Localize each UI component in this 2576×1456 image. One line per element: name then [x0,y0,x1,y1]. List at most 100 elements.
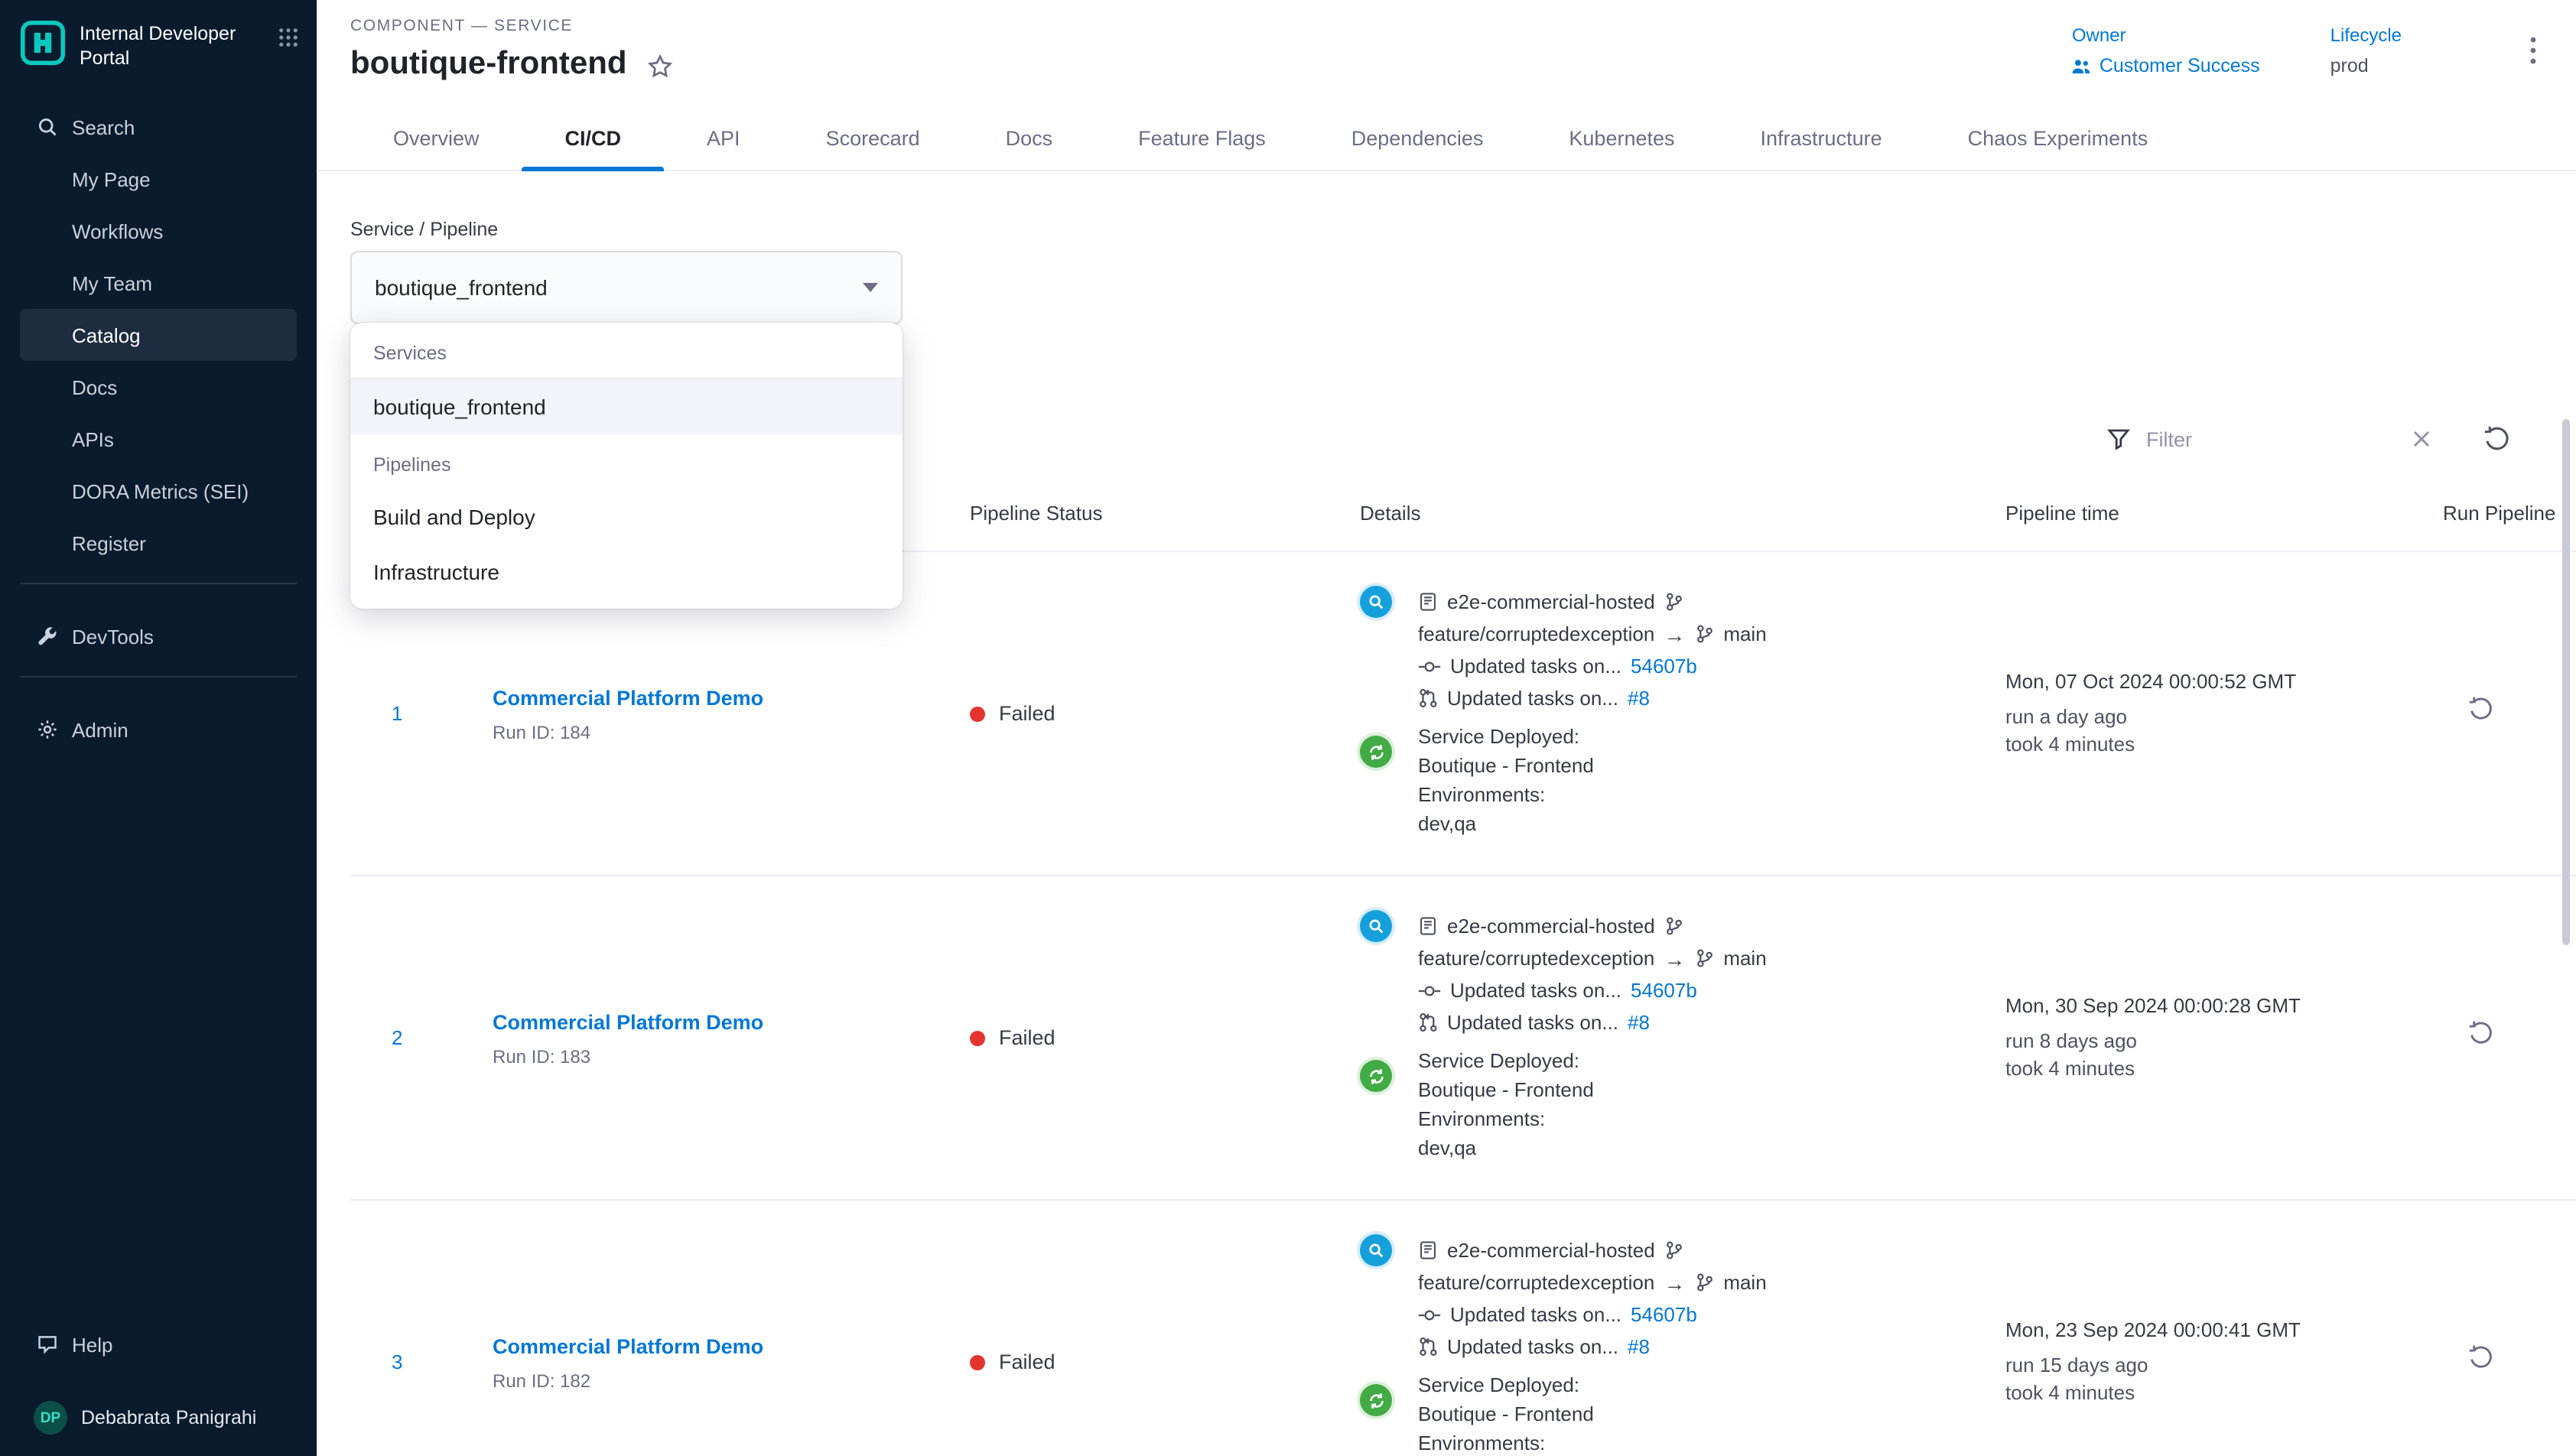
clear-filter-icon[interactable] [2412,430,2431,448]
filter-input[interactable] [2143,426,2400,452]
run-date: Mon, 30 Sep 2024 00:00:28 GMT [2005,993,2443,1016]
row-number[interactable]: 3 [350,1350,457,1373]
kebab-menu-icon[interactable] [2530,37,2536,76]
sidebar-item-search[interactable]: Search [20,101,297,153]
commit-sha-link[interactable]: 54607b [1631,979,1697,1002]
rerun-pipeline-button[interactable] [2467,1020,2495,1048]
pipeline-status: Failed [970,702,1360,725]
user-name: Debabrata Panigrahi [81,1407,256,1428]
commit-icon [1418,983,1441,998]
tab-label: Infrastructure [1761,127,1882,150]
sidebar-divider [20,583,297,584]
owner-value[interactable]: Customer Success [2072,55,2260,76]
tab-api[interactable]: API [664,107,783,170]
arrow-right-icon: → [1664,622,1685,646]
main-panel: COMPONENT — SERVICE boutique-frontend Ow… [317,0,2576,1456]
cd-stage-icon [1360,1384,1392,1416]
filter-funnel-icon[interactable] [2106,427,2131,451]
avatar[interactable]: DP [34,1401,67,1435]
sidebar-item-devtools[interactable]: DevTools [20,610,297,662]
pr-number-link[interactable]: #8 [1628,1335,1650,1358]
dropdown-item-boutique-frontend[interactable]: boutique_frontend [350,379,903,434]
source-branch: feature/corruptedexception [1418,1271,1654,1294]
run-ago: run a day ago [2005,703,2443,730]
row-number[interactable]: 2 [350,1026,457,1049]
tab-chaos-experiments[interactable]: Chaos Experiments [1925,107,2191,170]
run-details: e2e-commercial-hosted feature/corruptede… [1360,552,2005,875]
search-icon [34,116,60,138]
sidebar-item-catalog[interactable]: Catalog [20,309,297,361]
tab-label: Dependencies [1351,127,1484,150]
repo-name[interactable]: e2e-commercial-hosted [1447,590,1655,613]
service-pipeline-select[interactable]: boutique_frontend [350,251,903,324]
source-branch: feature/corruptedexception [1418,622,1654,645]
tab-label: Feature Flags [1138,127,1266,150]
vertical-scrollbar[interactable] [2562,419,2570,945]
tab-label: Chaos Experiments [1968,127,2148,150]
rerun-pipeline-button[interactable] [2467,1344,2495,1372]
sidebar-item-admin[interactable]: Admin [20,704,297,756]
commit-message: Updated tasks on... [1450,655,1621,678]
tab-kubernetes[interactable]: Kubernetes [1526,107,1717,170]
tab-infrastructure[interactable]: Infrastructure [1718,107,1925,170]
sidebar-item-docs[interactable]: Docs [20,361,297,413]
user-profile[interactable]: DP Debabrata Panigrahi [20,1401,297,1435]
dropdown-item-infrastructure[interactable]: Infrastructure [350,544,903,600]
pipeline-run-link[interactable]: Commercial Platform Demo [493,1334,763,1357]
tab-dependencies[interactable]: Dependencies [1309,107,1527,170]
sidebar-item-dora-metrics-sei[interactable]: DORA Metrics (SEI) [20,465,297,517]
pipeline-run-link[interactable]: Commercial Platform Demo [493,686,763,709]
help-button[interactable]: Help [20,1318,297,1370]
tab-feature-flags[interactable]: Feature Flags [1095,107,1309,170]
pull-request-icon [1418,688,1438,708]
tab-ci-cd[interactable]: CI/CD [522,107,665,170]
tab-overview[interactable]: Overview [350,107,522,170]
sidebar-item-workflows[interactable]: Workflows [20,205,297,257]
tab-docs[interactable]: Docs [963,107,1096,170]
commit-sha-link[interactable]: 54607b [1631,655,1697,678]
commit-sha-link[interactable]: 54607b [1631,1303,1697,1326]
lifecycle-value: prod [2330,55,2402,76]
pr-number-link[interactable]: #8 [1628,687,1650,710]
run-duration: took 4 minutes [2005,1379,2443,1406]
rerun-pipeline-button[interactable] [2467,696,2495,723]
row-number[interactable]: 1 [350,702,457,725]
tab-label: CI/CD [565,127,622,150]
tab-scorecard[interactable]: Scorecard [783,107,963,170]
apps-grid-icon[interactable] [278,28,298,55]
status-text: Failed [999,1350,1055,1373]
sidebar-footer: Help DP Debabrata Panigrahi [0,1318,317,1456]
pr-message: Updated tasks on... [1447,1335,1618,1358]
run-id: Run ID: 183 [493,1045,970,1067]
ci-stage-icon [1360,586,1392,618]
commit-icon [1418,658,1441,674]
status-failed-dot [970,1354,985,1370]
pr-message: Updated tasks on... [1447,687,1618,710]
pr-number-link[interactable]: #8 [1628,1011,1650,1034]
git-branch-icon [1664,1240,1684,1260]
repo-name[interactable]: e2e-commercial-hosted [1447,1239,1655,1262]
tab-label: Scorecard [826,127,920,150]
sidebar-item-apis[interactable]: APIs [20,413,297,465]
ci-stage-icon [1360,910,1392,942]
pipeline-run-link[interactable]: Commercial Platform Demo [493,1010,763,1033]
pipeline-runs-table: 1 Commercial Platform Demo Run ID: 184 F… [350,552,2576,1456]
pull-request-icon [1418,1012,1438,1032]
run-duration: took 4 minutes [2005,1055,2443,1082]
sidebar-item-label: My Team [72,271,152,294]
favorite-star-icon[interactable] [647,53,673,79]
run-details: e2e-commercial-hosted feature/corruptede… [1360,876,2005,1199]
people-icon [2072,57,2092,74]
sidebar-item-register[interactable]: Register [20,517,297,569]
select-value: boutique_frontend [375,275,548,300]
sidebar-item-my-team[interactable]: My Team [20,257,297,309]
dropdown-item-build-and-deploy[interactable]: Build and Deploy [350,489,903,544]
repo-name[interactable]: e2e-commercial-hosted [1447,915,1655,938]
commit-icon [1418,1307,1441,1322]
column-header-details: Details [1360,502,2005,525]
sidebar-item-my-page[interactable]: My Page [20,153,297,205]
refresh-icon[interactable] [2483,424,2512,453]
tab-label: API [707,127,740,150]
owner-label: Owner [2072,24,2260,46]
tab-label: Docs [1006,127,1053,150]
